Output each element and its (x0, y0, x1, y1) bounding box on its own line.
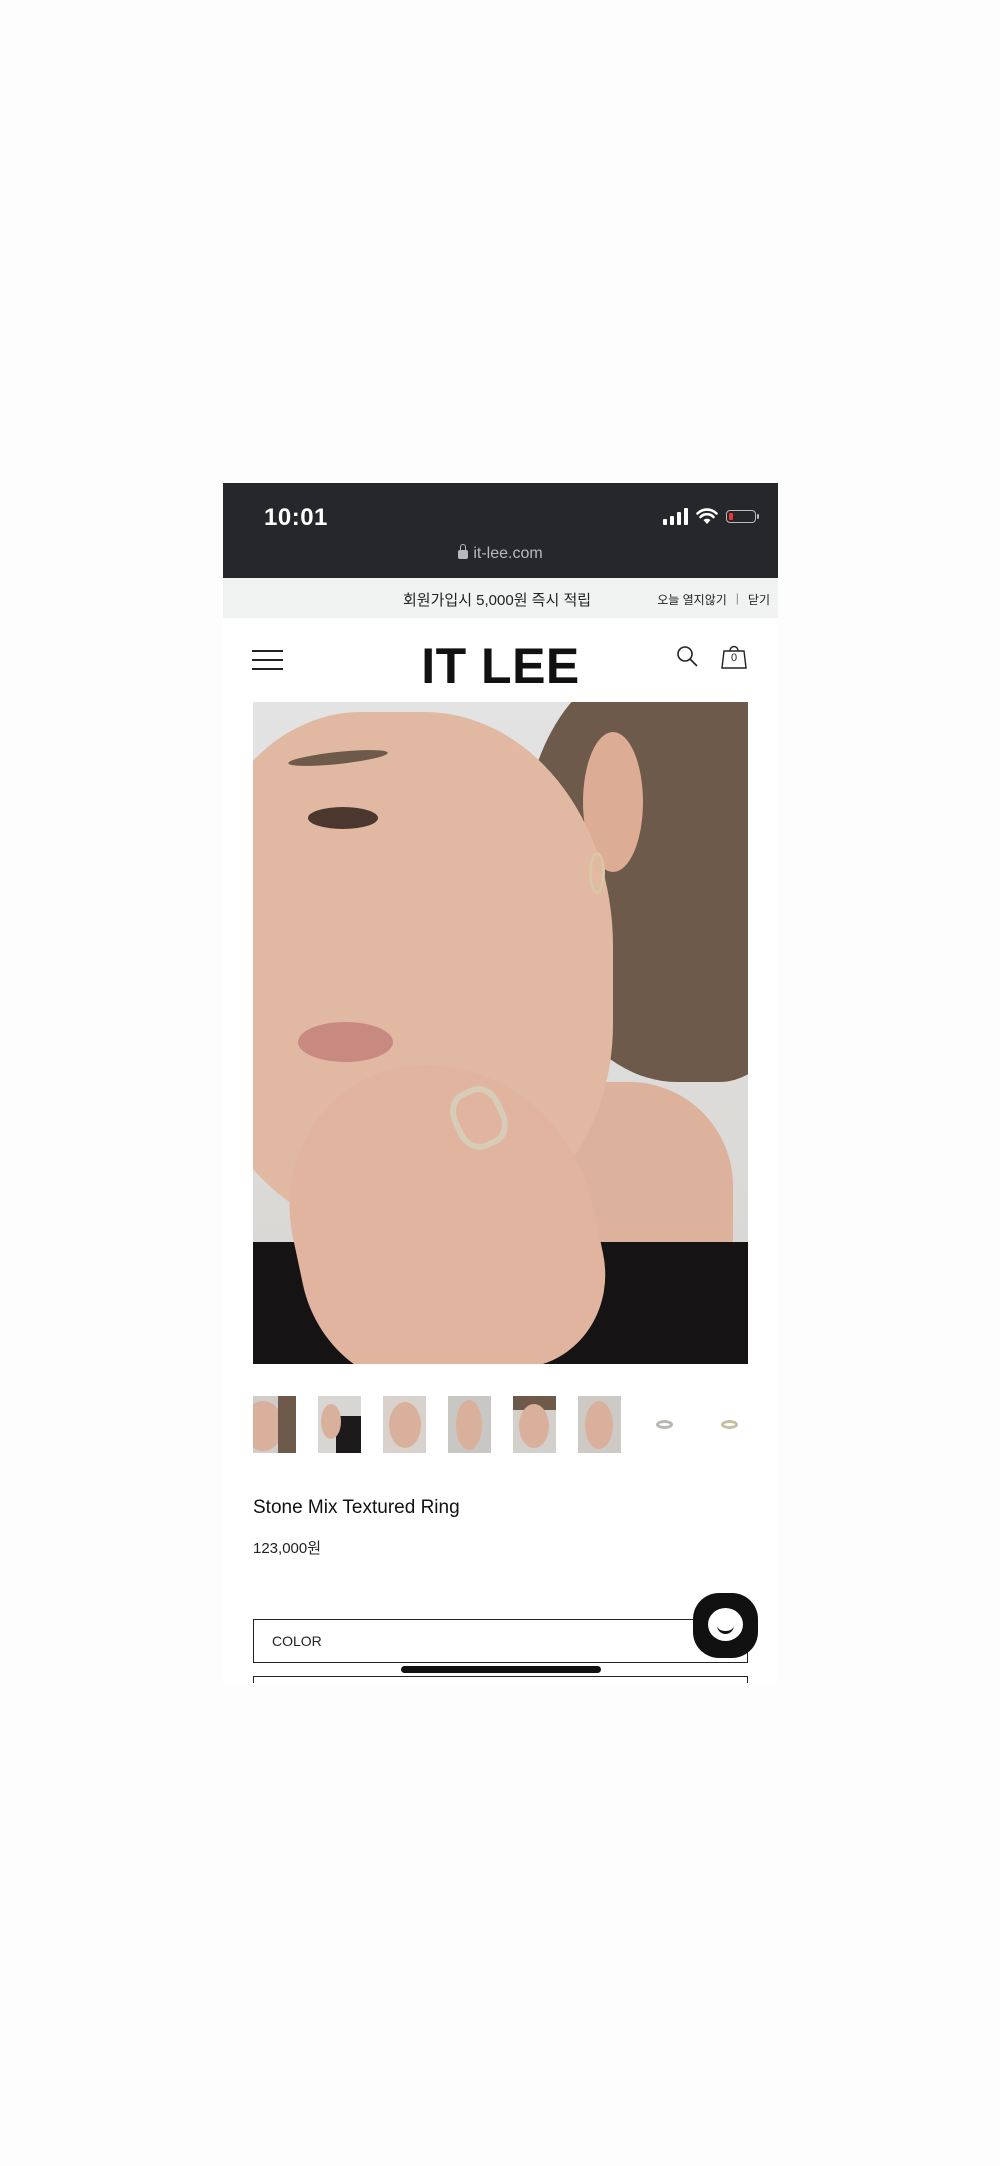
thumbnail[interactable] (448, 1396, 491, 1453)
wifi-icon (696, 508, 718, 524)
home-indicator[interactable] (401, 1666, 601, 1673)
promo-separator: | (735, 591, 739, 605)
status-bar: 10:01 it-lee.com (223, 483, 778, 578)
promo-banner: 회원가입시 5,000원 즉시 적립 오늘 열지않기 | 닫기 (223, 578, 778, 618)
hide-today-link[interactable]: 오늘 열지않기 (657, 591, 727, 608)
battery-icon (726, 510, 759, 523)
promo-message: 회원가입시 5,000원 즉시 적립 (403, 592, 592, 609)
chat-button[interactable] (693, 1593, 758, 1658)
thumbnail[interactable] (513, 1396, 556, 1453)
chat-icon (708, 1608, 743, 1641)
product-price: 123,000원 (253, 1540, 322, 1557)
cart-count: 0 (730, 652, 738, 664)
status-time: 10:01 (264, 504, 328, 531)
thumbnail[interactable] (708, 1396, 751, 1453)
thumbnail[interactable] (253, 1396, 296, 1453)
search-icon[interactable] (676, 645, 698, 667)
product-main-image[interactable] (253, 702, 748, 1364)
thumbnail[interactable] (318, 1396, 361, 1453)
thumbnail[interactable] (383, 1396, 426, 1453)
color-select-label: COLOR (272, 1633, 322, 1649)
url-text: it-lee.com (473, 545, 543, 562)
lock-icon (458, 544, 469, 559)
color-select[interactable]: COLOR (253, 1619, 748, 1663)
address-bar[interactable]: it-lee.com (223, 544, 778, 563)
phone-screen: 10:01 it-lee.com 회원가입시 5,000원 즉시 적립 오늘 열… (223, 483, 778, 1683)
site-header: IT LEE 0 (223, 618, 778, 700)
thumbnail[interactable] (578, 1396, 621, 1453)
close-banner-link[interactable]: 닫기 (748, 591, 770, 608)
option-select[interactable] (253, 1676, 748, 1683)
signal-icon (663, 508, 688, 525)
cart-button[interactable]: 0 (720, 643, 748, 669)
status-icons (663, 508, 759, 525)
thumbnail[interactable] (643, 1396, 686, 1453)
thumbnail-strip (253, 1396, 751, 1453)
promo-actions: 오늘 열지않기 | 닫기 (657, 591, 770, 608)
product-name: Stone Mix Textured Ring (253, 1497, 460, 1518)
